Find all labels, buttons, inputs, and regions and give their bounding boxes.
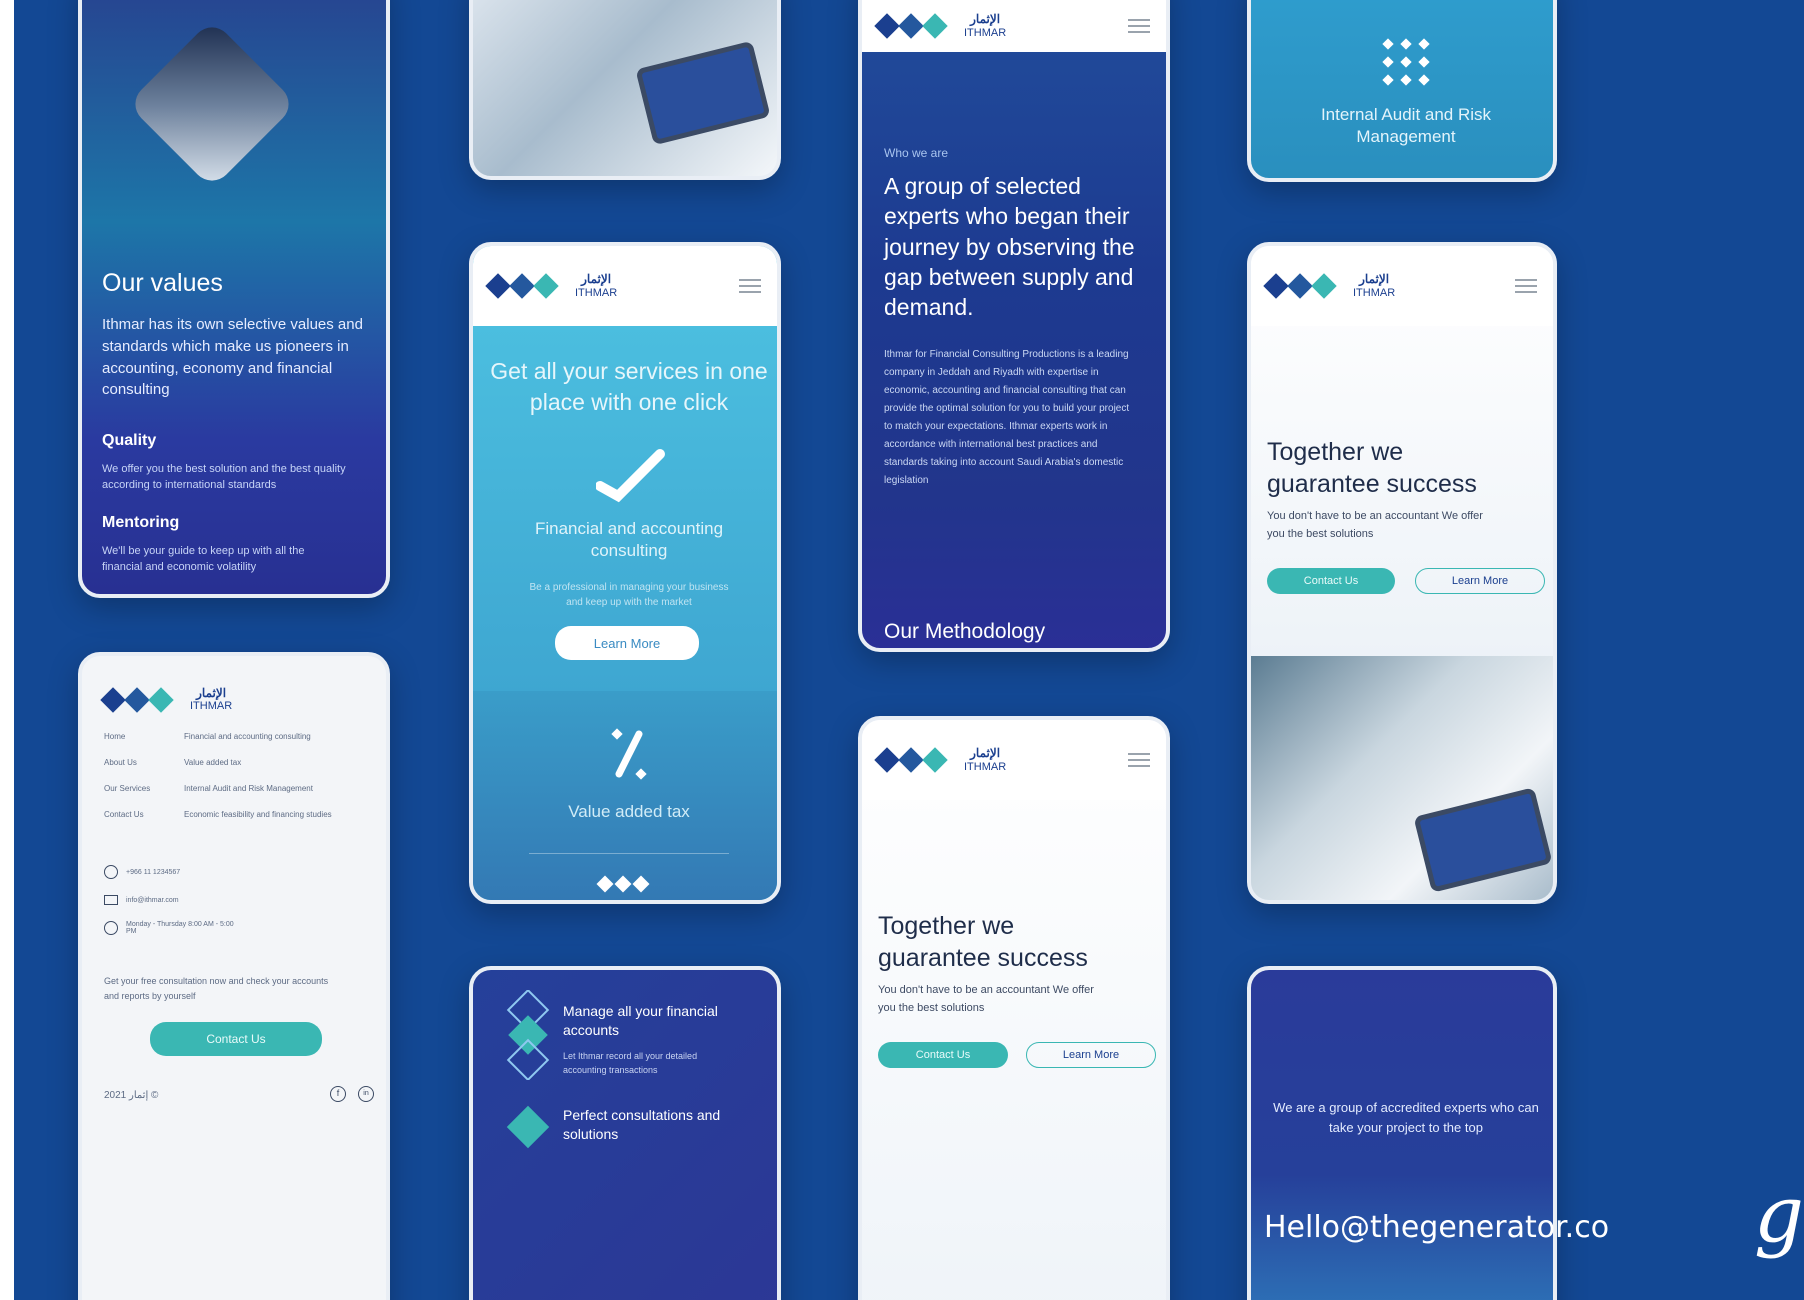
contact-row[interactable]: +966 11 1234567	[104, 858, 246, 886]
generator-logo: g	[1754, 1170, 1804, 1260]
service-divider-block	[473, 691, 777, 900]
hero-subtext: You don't have to be an accountant We of…	[878, 984, 1094, 1014]
copyright: إثمار 2021 ©	[104, 1090, 159, 1101]
learn-more-button[interactable]: Learn More	[555, 626, 699, 660]
contact-button[interactable]: Contact Us	[1267, 568, 1395, 594]
hero-subtext: You don't have to be an accountant We of…	[1267, 510, 1483, 540]
footer-nav-row[interactable]: Contact Us Economic feasibility and finan…	[104, 810, 374, 836]
experts-text: We are a group of accredited experts who…	[1273, 1100, 1539, 1135]
phone-about: الإثمار ITHMAR Who we are A group of sele…	[858, 0, 1170, 652]
section-title: Our values	[102, 269, 223, 297]
ithmar-logo: الإثمار ITHMAR	[485, 272, 617, 300]
phone-hero-center: الإثمار ITHMAR Together we guarantee succ…	[858, 716, 1170, 1300]
hero-headline: Together we guarantee success	[878, 912, 1088, 972]
phone-hero-right: الإثمار ITHMAR Together we guarantee succ…	[1247, 242, 1557, 904]
facebook-icon[interactable]: f	[330, 1086, 346, 1102]
phone-manage: Manage all your financial accounts Let I…	[469, 966, 781, 1300]
clock-icon	[104, 921, 118, 935]
mentoring-text: We'll be your guide to keep up with all …	[102, 545, 305, 573]
app-header: الإثمار ITHMAR	[473, 246, 777, 326]
footer-nav-row[interactable]: Home Financial and accounting consulting	[104, 732, 374, 758]
eyebrow: Who we are	[884, 146, 949, 160]
contact-row[interactable]: info@ithmar.com	[104, 886, 246, 914]
tablet-image	[635, 40, 771, 146]
contact-button[interactable]: Contact Us	[878, 1042, 1008, 1068]
service-title: Financial and accounting consulting	[534, 519, 724, 561]
item2-icon	[506, 1105, 550, 1149]
learn-more-button[interactable]: Learn More	[1415, 568, 1545, 594]
percent-icon	[599, 724, 659, 784]
mentoring-title: Mentoring	[102, 514, 180, 531]
ithmar-logo: الإثمار ITHMAR	[100, 686, 232, 714]
divider	[529, 853, 729, 854]
about-body: Ithmar for Financial Consulting Producti…	[884, 349, 1130, 486]
contact-list: +966 11 1234567 info@ithmar.com Monday -…	[104, 858, 246, 942]
values-intro: Ithmar has its own selective values and …	[102, 316, 363, 399]
menu-icon[interactable]	[1128, 749, 1150, 771]
hero-headline: Together we guarantee success	[1267, 438, 1477, 498]
quality-title: Quality	[102, 432, 157, 449]
app-header: الإثمار ITHMAR	[1251, 246, 1553, 326]
menu-icon[interactable]	[1128, 15, 1150, 37]
menu-icon[interactable]	[739, 275, 761, 297]
audit-icon	[1376, 34, 1436, 94]
contact-button[interactable]: Contact Us	[150, 1022, 322, 1056]
footer-nav: Home Financial and accounting consulting …	[104, 732, 374, 836]
service-text: Be a professional in managing your busin…	[529, 582, 729, 608]
learn-more-button[interactable]: Learn More	[1026, 1042, 1156, 1068]
about-headline: A group of selected experts who began th…	[884, 173, 1135, 321]
service-title: Value added tax	[568, 802, 690, 821]
cta-text: Get your free consultation now and check…	[104, 976, 329, 1002]
footer-nav-row[interactable]: Our Services Internal Audit and Risk Mana…	[104, 784, 374, 810]
services-headline: Get all your services in one place with …	[490, 358, 768, 416]
app-header: الإثمار ITHMAR	[862, 720, 1166, 800]
ithmar-logo: الإثمار ITHMAR	[874, 12, 1006, 40]
item-title: Manage all your financial accounts	[563, 1003, 718, 1038]
quality-text: We offer you the best solution and the b…	[102, 463, 346, 491]
manage-icon	[503, 988, 553, 1082]
credit-watermark: Hello@thegenerator.co	[1264, 1210, 1610, 1245]
item-text: Let Ithmar record all your detailed acco…	[563, 1051, 698, 1075]
handshake-image	[127, 19, 297, 189]
phone-audit: Internal Audit and Risk Management	[1247, 0, 1557, 182]
ithmar-logo: الإثمار ITHMAR	[874, 746, 1006, 774]
contact-row[interactable]: Monday - Thursday 8:00 AM - 5:00 PM	[104, 914, 246, 942]
item-title: Perfect consultations and solutions	[563, 1107, 721, 1142]
ithmar-logo: الإثمار ITHMAR	[1263, 272, 1395, 300]
phone-experts: We are a group of accredited experts who…	[1247, 966, 1557, 1300]
app-header: الإثمار ITHMAR	[862, 0, 1166, 52]
footer-nav-row[interactable]: About Us Value added tax	[104, 758, 374, 784]
phone-services: الإثمار ITHMAR Get all your services in o…	[469, 242, 781, 904]
phone-values: Our values Ithmar has its own selective …	[78, 0, 390, 598]
whatsapp-icon	[104, 865, 118, 879]
audit-title: Internal Audit and Risk Management	[1320, 105, 1492, 147]
footer-logo-mark	[596, 875, 653, 893]
mockup-canvas: Our values Ithmar has its own selective …	[14, 0, 1804, 1300]
phone-photo-top	[469, 0, 781, 180]
linkedin-icon[interactable]: in	[358, 1086, 374, 1102]
check-icon	[595, 446, 666, 506]
section-title: Our Methodology	[884, 620, 1046, 643]
mail-icon	[104, 895, 118, 905]
menu-icon[interactable]	[1515, 275, 1537, 297]
phone-footer: الإثمار ITHMAR Home Financial and accounti…	[78, 652, 390, 1300]
